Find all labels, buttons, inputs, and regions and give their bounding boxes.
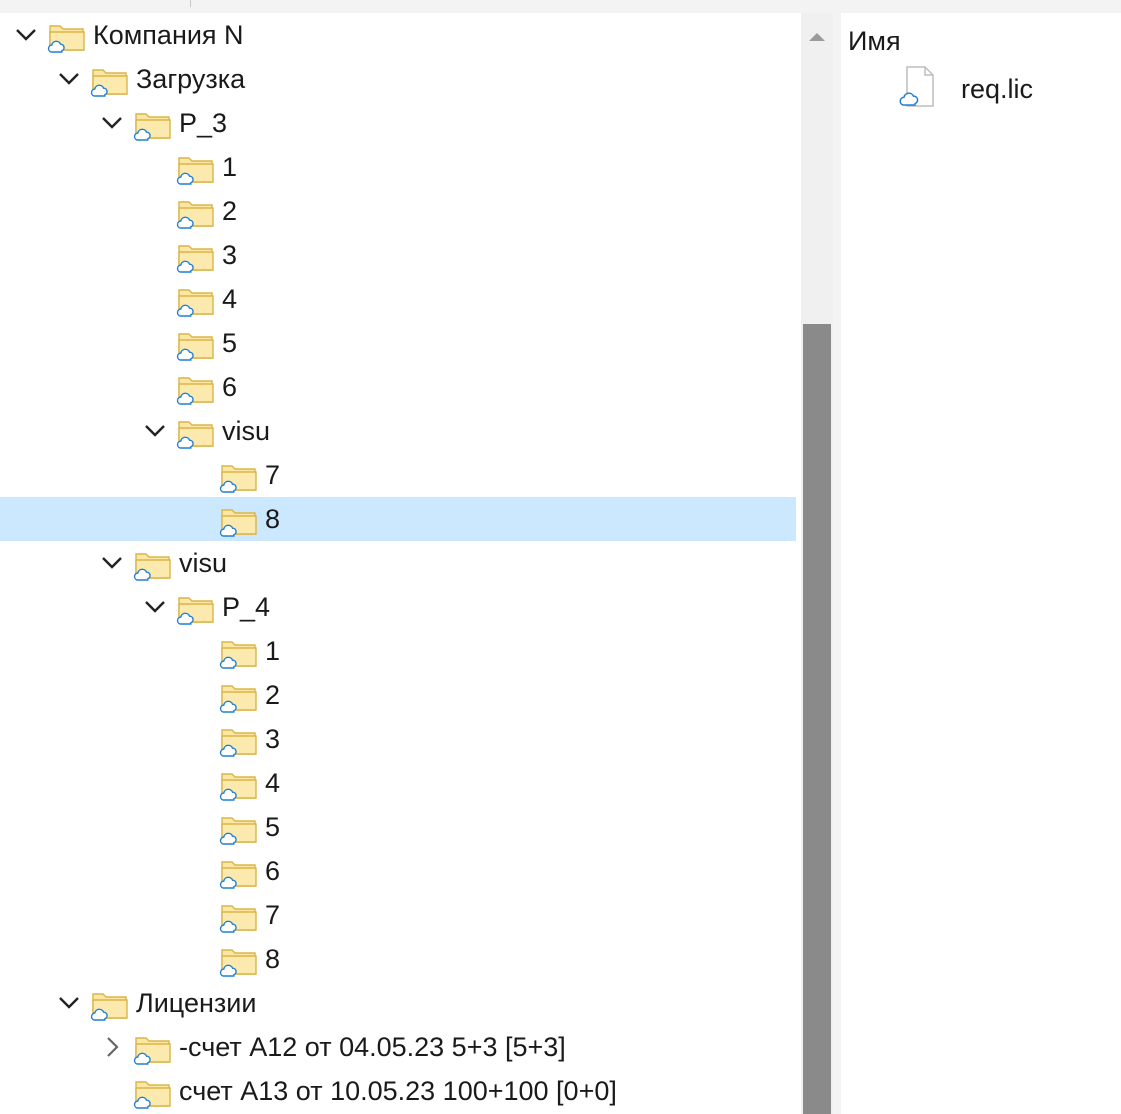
tree-item-label: 6	[222, 372, 238, 402]
tree-item-label: 3	[222, 240, 238, 270]
tree-item-label: 6	[265, 856, 281, 886]
cloud-folder-icon	[176, 373, 216, 405]
file-item[interactable]: req.lic	[899, 65, 1109, 111]
tree-item[interactable]: P_3	[0, 101, 796, 145]
cloud-folder-icon	[133, 549, 173, 581]
cloud-folder-icon	[176, 197, 216, 229]
tree-item[interactable]: 4	[0, 761, 796, 805]
tree-item[interactable]: 4	[0, 277, 796, 321]
file-list-pane: Имя req.lic	[841, 13, 1121, 1114]
tree-item-label: 8	[265, 504, 281, 534]
cloud-folder-icon	[219, 901, 259, 933]
tree-item[interactable]: 7	[0, 893, 796, 937]
file-name: req.lic	[961, 74, 1034, 104]
tree-item-label: Загрузка	[136, 64, 246, 94]
tree-item-label: счет А13 от 10.05.23 100+100 [0+0]	[179, 1076, 617, 1106]
scroll-thumb[interactable]	[803, 324, 831, 1114]
column-divider[interactable]	[190, 0, 191, 7]
cloud-folder-icon	[133, 1033, 173, 1065]
tree-scrollbar[interactable]	[801, 13, 833, 1114]
cloud-folder-icon	[176, 285, 216, 317]
tree-item-label: 5	[222, 328, 238, 358]
tree-item[interactable]: P_4	[0, 585, 796, 629]
tree-item[interactable]: Загрузка	[0, 57, 796, 101]
tree-item[interactable]: 2	[0, 189, 796, 233]
tree-item[interactable]: visu	[0, 541, 796, 585]
chevron-down-icon[interactable]	[12, 21, 40, 49]
cloud-folder-icon	[176, 329, 216, 361]
tree-item[interactable]: счет А13 от 10.05.23 100+100 [0+0]	[0, 1069, 796, 1113]
scroll-up-arrow-icon[interactable]	[801, 21, 833, 53]
cloud-folder-icon	[176, 593, 216, 625]
tree-item-label: 4	[265, 768, 281, 798]
chevron-down-icon[interactable]	[55, 989, 83, 1017]
tree-item[interactable]: visu	[0, 409, 796, 453]
tree-item[interactable]: 1	[0, 145, 796, 189]
cloud-file-icon	[899, 65, 939, 109]
chevron-down-icon[interactable]	[98, 109, 126, 137]
cloud-folder-icon	[219, 461, 259, 493]
cloud-folder-icon	[176, 153, 216, 185]
tree-item-label: 3	[265, 724, 281, 754]
tree-item-label: P_3	[179, 108, 228, 138]
cloud-folder-icon	[219, 857, 259, 889]
tree-item[interactable]: Лицензии	[0, 981, 796, 1025]
cloud-folder-icon	[47, 21, 87, 53]
tree-item[interactable]: 8	[0, 937, 796, 981]
tree-item[interactable]: 6	[0, 365, 796, 409]
tree-item[interactable]: 3	[0, 233, 796, 277]
tree-item[interactable]: 2	[0, 673, 796, 717]
cloud-folder-icon	[219, 813, 259, 845]
tree-item-label: 2	[265, 680, 281, 710]
tree-item-label: 8	[265, 944, 281, 974]
cloud-folder-icon	[176, 417, 216, 449]
cloud-folder-icon	[219, 769, 259, 801]
cloud-folder-icon	[219, 945, 259, 977]
tree-item[interactable]: Компания N	[0, 13, 796, 57]
tree-item[interactable]: 5	[0, 805, 796, 849]
chevron-down-icon[interactable]	[55, 65, 83, 93]
tree-item-label: 1	[265, 636, 281, 666]
tree-item-label: 2	[222, 196, 238, 226]
tree-item-label: Компания N	[93, 20, 244, 50]
tree-item[interactable]: 6	[0, 849, 796, 893]
tree-item-label: 7	[265, 460, 281, 490]
top-strip	[0, 0, 1121, 13]
tree-item-label: visu	[179, 548, 228, 578]
tree-item-label: -счет А12 от 04.05.23 5+3 [5+3]	[179, 1032, 566, 1062]
chevron-down-icon[interactable]	[98, 549, 126, 577]
cloud-folder-icon	[90, 65, 130, 97]
chevron-right-icon[interactable]	[98, 1033, 126, 1061]
tree-item-label: 1	[222, 152, 238, 182]
cloud-folder-icon	[133, 1077, 173, 1109]
pane-splitter[interactable]	[833, 13, 841, 1114]
tree-item[interactable]: 7	[0, 453, 796, 497]
folder-tree: Компания N Загрузка P_3 1 2 3 4 5 6 visu 7 8 visu P_4…	[0, 13, 796, 1114]
tree-item[interactable]: -счет А12 от 04.05.23 5+3 [5+3]	[0, 1025, 796, 1069]
cloud-folder-icon	[133, 109, 173, 141]
tree-item[interactable]: 5	[0, 321, 796, 365]
cloud-folder-icon	[219, 725, 259, 757]
cloud-folder-icon	[90, 989, 130, 1021]
tree-item-label: P_4	[222, 592, 271, 622]
chevron-down-icon[interactable]	[141, 593, 169, 621]
tree-item[interactable]: 3	[0, 717, 796, 761]
tree-item[interactable]: 8	[0, 497, 796, 541]
tree-item[interactable]: 1	[0, 629, 796, 673]
tree-item-label: visu	[222, 416, 271, 446]
tree-item-label: 7	[265, 900, 281, 930]
tree-item-label: 4	[222, 284, 238, 314]
chevron-down-icon[interactable]	[141, 417, 169, 445]
cloud-folder-icon	[219, 637, 259, 669]
cloud-folder-icon	[176, 241, 216, 273]
tree-item-label: Лицензии	[136, 988, 257, 1018]
cloud-folder-icon	[219, 681, 259, 713]
tree-item-label: 5	[265, 812, 281, 842]
cloud-folder-icon	[219, 505, 259, 537]
column-header-name[interactable]: Имя	[848, 23, 901, 59]
